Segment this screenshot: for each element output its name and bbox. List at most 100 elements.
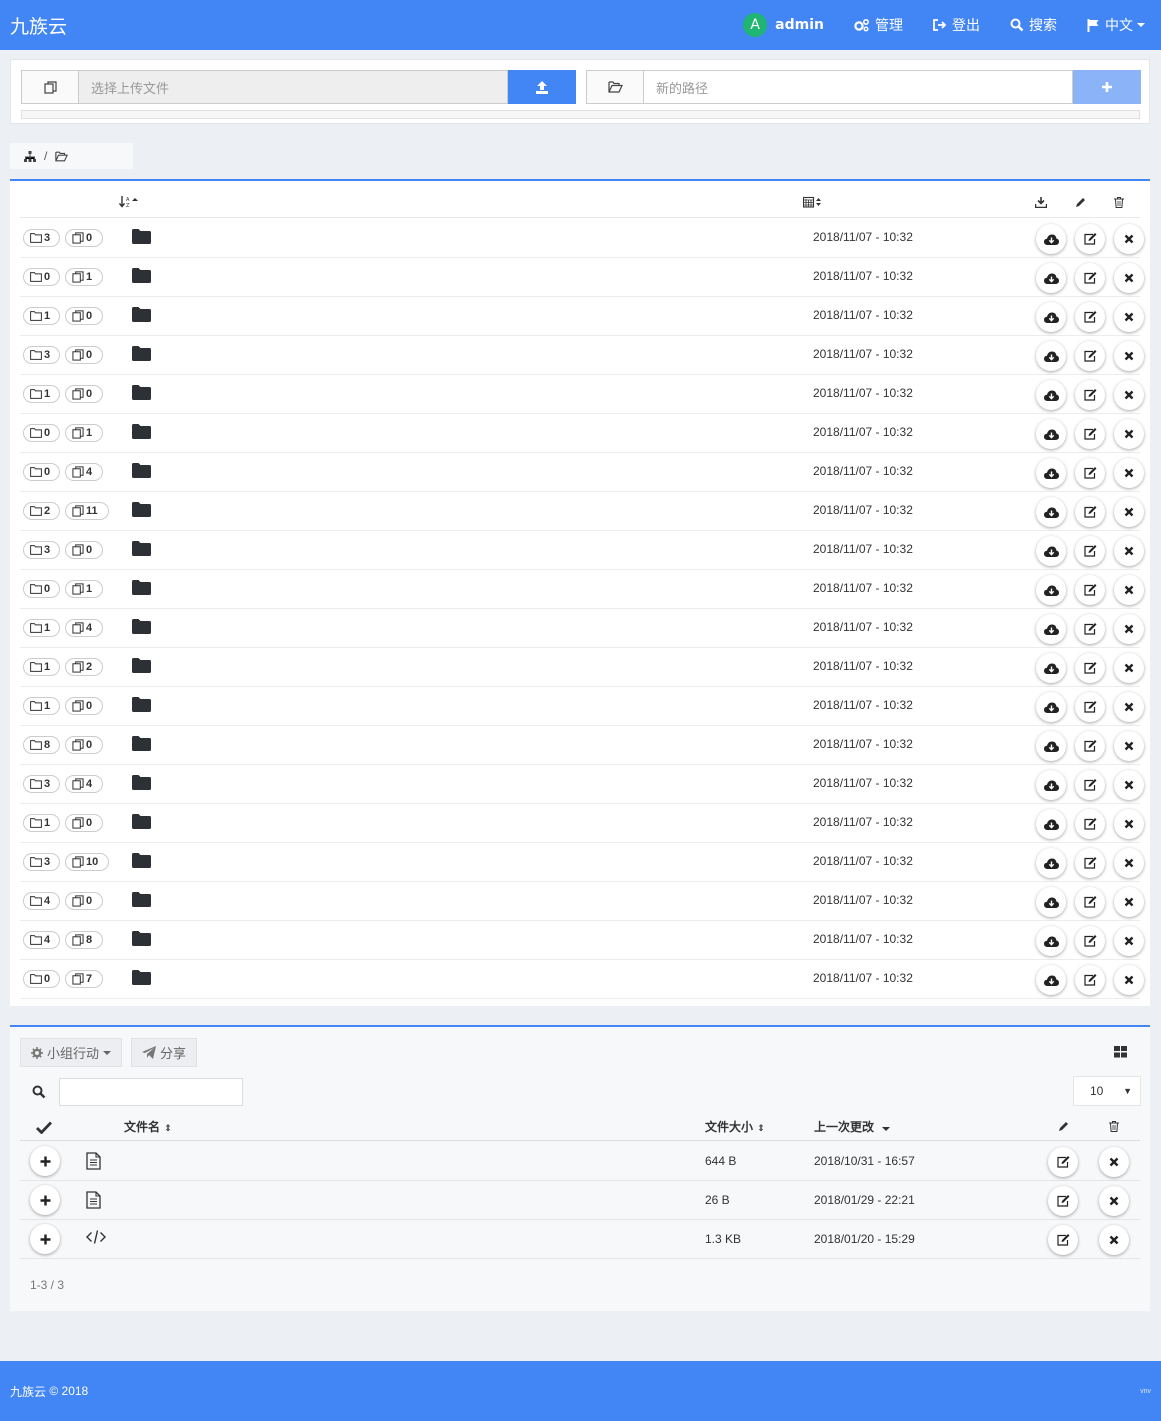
- download-folder-button[interactable]: [1036, 809, 1066, 839]
- delete-folder-button[interactable]: [1114, 614, 1144, 644]
- folder-icon[interactable]: [132, 463, 151, 481]
- folder-row[interactable]: 3 0 2018/11/07 - 10:32: [20, 219, 1144, 258]
- delete-folder-button[interactable]: [1114, 809, 1144, 839]
- group-action-button[interactable]: 小组行动: [20, 1038, 123, 1067]
- rename-folder-button[interactable]: [1075, 848, 1105, 878]
- rename-folder-button[interactable]: [1075, 731, 1105, 761]
- rename-folder-button[interactable]: [1075, 458, 1105, 488]
- folder-row[interactable]: 0 7 2018/11/07 - 10:32: [20, 960, 1144, 999]
- download-folder-button[interactable]: [1036, 497, 1066, 527]
- page-size-select[interactable]: 10 ▼: [1073, 1076, 1141, 1106]
- admin-link[interactable]: 管理: [854, 15, 903, 35]
- delete-folder-button[interactable]: [1114, 848, 1144, 878]
- delete-folder-button[interactable]: [1114, 419, 1144, 449]
- rename-folder-button[interactable]: [1075, 692, 1105, 722]
- rename-folder-button[interactable]: [1075, 887, 1105, 917]
- delete-folder-button[interactable]: [1114, 497, 1144, 527]
- select-file-button[interactable]: [30, 1185, 60, 1215]
- download-folder-button[interactable]: [1036, 341, 1066, 371]
- folder-icon[interactable]: [132, 853, 151, 871]
- rename-folder-button[interactable]: [1075, 809, 1105, 839]
- column-filename[interactable]: 文件名 ⇕: [124, 1118, 172, 1135]
- delete-file-button[interactable]: [1099, 1147, 1129, 1177]
- rename-folder-button[interactable]: [1075, 575, 1105, 605]
- folder-icon[interactable]: [132, 424, 151, 442]
- rename-folder-button[interactable]: [1075, 926, 1105, 956]
- folder-icon[interactable]: [132, 814, 151, 832]
- delete-folder-button[interactable]: [1114, 770, 1144, 800]
- folder-row[interactable]: 0 4 2018/11/07 - 10:32: [20, 453, 1144, 492]
- folder-row[interactable]: 3 0 2018/11/07 - 10:32: [20, 531, 1144, 570]
- brand-logo[interactable]: 九族云: [10, 12, 67, 39]
- download-folder-button[interactable]: [1036, 731, 1066, 761]
- folder-icon[interactable]: [132, 502, 151, 520]
- folder-row[interactable]: 8 0 2018/11/07 - 10:32: [20, 726, 1144, 765]
- folder-icon[interactable]: [132, 892, 151, 910]
- folder-row[interactable]: 1 2 2018/11/07 - 10:32: [20, 648, 1144, 687]
- folder-icon[interactable]: [132, 658, 151, 676]
- folder-icon[interactable]: [132, 970, 151, 988]
- rename-folder-button[interactable]: [1075, 419, 1105, 449]
- folder-row[interactable]: 1 0 2018/11/07 - 10:32: [20, 804, 1144, 843]
- delete-folder-button[interactable]: [1114, 575, 1144, 605]
- folder-icon[interactable]: [132, 385, 151, 403]
- delete-folder-button[interactable]: [1114, 341, 1144, 371]
- download-folder-button[interactable]: [1036, 575, 1066, 605]
- folder-icon[interactable]: [132, 931, 151, 949]
- folder-row[interactable]: 0 1 2018/11/07 - 10:32: [20, 570, 1144, 609]
- delete-folder-button[interactable]: [1114, 263, 1144, 293]
- folder-icon[interactable]: [132, 580, 151, 598]
- rename-folder-button[interactable]: [1075, 224, 1105, 254]
- folder-icon[interactable]: [132, 346, 151, 364]
- calendar-sort-icon[interactable]: [803, 196, 827, 208]
- rename-folder-button[interactable]: [1075, 614, 1105, 644]
- delete-folder-button[interactable]: [1114, 965, 1144, 995]
- column-filesize[interactable]: 文件大小 ⇕: [705, 1118, 765, 1135]
- sitemap-icon[interactable]: [24, 150, 36, 162]
- sort-alpha-icon[interactable]: AZ: [119, 196, 143, 208]
- column-modified[interactable]: 上一次更改: [814, 1118, 891, 1135]
- delete-file-button[interactable]: [1099, 1225, 1129, 1255]
- create-folder-button[interactable]: [1073, 70, 1141, 104]
- new-path-input[interactable]: 新的路径: [644, 70, 1073, 104]
- download-folder-button[interactable]: [1036, 965, 1066, 995]
- download-folder-button[interactable]: [1036, 614, 1066, 644]
- user-menu[interactable]: A admin: [743, 13, 824, 37]
- download-folder-button[interactable]: [1036, 224, 1066, 254]
- download-folder-button[interactable]: [1036, 692, 1066, 722]
- footer-brand[interactable]: 九族云: [10, 1383, 46, 1400]
- folder-row[interactable]: 3 0 2018/11/07 - 10:32: [20, 336, 1144, 375]
- download-folder-button[interactable]: [1036, 302, 1066, 332]
- folder-row[interactable]: 2 11 2018/11/07 - 10:32: [20, 492, 1144, 531]
- folder-open-icon[interactable]: [55, 151, 69, 162]
- rename-folder-button[interactable]: [1075, 380, 1105, 410]
- file-row[interactable]: 644 B 2018/10/31 - 16:57: [20, 1142, 1140, 1181]
- share-button[interactable]: 分享: [131, 1038, 198, 1067]
- rename-folder-button[interactable]: [1075, 497, 1105, 527]
- folder-row[interactable]: 4 8 2018/11/07 - 10:32: [20, 921, 1144, 960]
- file-search-input[interactable]: [59, 1078, 243, 1106]
- download-folder-button[interactable]: [1036, 653, 1066, 683]
- rename-folder-button[interactable]: [1075, 536, 1105, 566]
- delete-folder-button[interactable]: [1114, 458, 1144, 488]
- folder-icon[interactable]: [132, 697, 151, 715]
- logout-link[interactable]: 登出: [933, 15, 980, 35]
- rename-folder-button[interactable]: [1075, 341, 1105, 371]
- grid-view-icon[interactable]: [1114, 1046, 1127, 1058]
- folder-row[interactable]: 1 0 2018/11/07 - 10:32: [20, 375, 1144, 414]
- edit-file-button[interactable]: [1048, 1225, 1078, 1255]
- delete-folder-button[interactable]: [1114, 536, 1144, 566]
- select-all-check-icon[interactable]: [36, 1121, 52, 1134]
- folder-icon[interactable]: [132, 775, 151, 793]
- folder-row[interactable]: 0 1 2018/11/07 - 10:32: [20, 414, 1144, 453]
- folder-icon[interactable]: [132, 541, 151, 559]
- file-row[interactable]: 1.3 KB 2018/01/20 - 15:29: [20, 1220, 1140, 1259]
- rename-folder-button[interactable]: [1075, 770, 1105, 800]
- select-file-button[interactable]: [30, 1146, 60, 1176]
- select-file-button[interactable]: [30, 1224, 60, 1254]
- folder-icon[interactable]: [132, 229, 151, 247]
- folder-icon[interactable]: [132, 619, 151, 637]
- folder-row[interactable]: 1 0 2018/11/07 - 10:32: [20, 297, 1144, 336]
- folder-row[interactable]: 3 10 2018/11/07 - 10:32: [20, 843, 1144, 882]
- download-folder-button[interactable]: [1036, 380, 1066, 410]
